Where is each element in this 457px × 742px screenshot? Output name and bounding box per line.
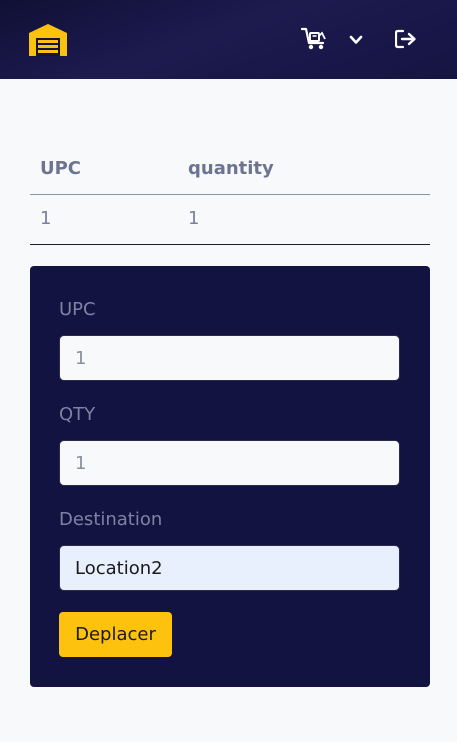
column-header-upc: UPC — [40, 158, 82, 179]
qty-label: QTY — [59, 404, 96, 425]
upc-input[interactable] — [59, 335, 400, 381]
column-header-quantity: quantity — [188, 158, 274, 179]
destination-input[interactable] — [59, 545, 400, 591]
navbar — [0, 0, 457, 79]
cell-quantity: 1 — [188, 208, 200, 229]
chevron-down-icon[interactable] — [349, 34, 363, 46]
cell-upc: 1 — [40, 208, 52, 229]
qty-input[interactable] — [59, 440, 400, 486]
table-row: 1 1 — [30, 195, 430, 245]
items-table: UPC quantity 1 1 — [30, 148, 430, 245]
cart-icon[interactable] — [301, 27, 327, 51]
deplacer-button[interactable]: Deplacer — [59, 612, 172, 657]
warehouse-icon[interactable] — [28, 23, 68, 57]
move-form: UPC QTY Destination Deplacer — [30, 266, 430, 687]
upc-label: UPC — [59, 299, 96, 320]
logout-icon[interactable] — [395, 29, 417, 49]
destination-label: Destination — [59, 509, 163, 530]
table-header: UPC quantity — [30, 148, 430, 195]
